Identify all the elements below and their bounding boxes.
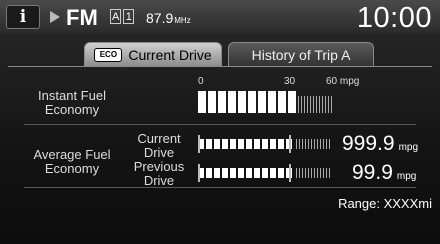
row-separator	[24, 187, 416, 188]
current-drive-label: Current Drive	[126, 132, 192, 160]
current-drive-value: 999.9 mpg	[342, 132, 418, 156]
gauge-empty-segments	[296, 139, 332, 149]
radio-frequency: 87.9MHz	[146, 10, 191, 26]
gauge-marker	[198, 135, 200, 153]
info-button[interactable]: i	[6, 5, 40, 29]
radio-band: FM	[66, 5, 98, 30]
gauge-filled-segments	[198, 91, 296, 113]
value-unit: mpg	[398, 142, 419, 153]
gauge-marker	[289, 164, 291, 182]
preset-indicator: A 1	[110, 9, 135, 24]
frequency-unit: MHz	[174, 16, 191, 25]
tab-divider	[8, 66, 432, 67]
tab-history-trip-a[interactable]: History of Trip A	[228, 42, 374, 66]
label-line: Instant Fuel	[38, 88, 106, 103]
status-bar: i FM A 1 87.9MHz 10:00	[0, 0, 440, 34]
clock: 10:00	[356, 2, 432, 34]
tab-current-drive[interactable]: ECO Current Drive	[84, 42, 222, 66]
label-line: Drive	[143, 173, 175, 188]
preset-bank-badge: A	[110, 9, 122, 24]
tab-bar: ECO Current Drive History of Trip A	[0, 42, 440, 66]
frequency-value: 87.9	[146, 10, 174, 26]
row-separator	[24, 124, 416, 125]
gauge-marker	[198, 164, 200, 182]
label-line: Economy	[44, 161, 100, 176]
value-unit: mpg	[396, 171, 417, 182]
range-readout: Range: XXXXmi	[338, 196, 432, 211]
previous-drive-gauge	[198, 164, 332, 182]
tab-label: Current Drive	[128, 46, 212, 63]
tab-label: History of Trip A	[251, 46, 351, 63]
label-line: Average Fuel	[33, 147, 111, 162]
preset-number-badge: 1	[123, 9, 135, 24]
value-number: 99.9	[352, 161, 393, 184]
label-line: Current	[137, 131, 181, 146]
scale-min-label: 0	[198, 76, 204, 87]
value-number: 999.9	[342, 132, 395, 155]
scale-mid-label: 30	[284, 76, 296, 87]
previous-drive-value: 99.9 mpg	[352, 161, 416, 185]
gauge-empty-segments	[298, 96, 332, 113]
eco-assist-icon: ECO	[94, 47, 123, 62]
info-icon: i	[19, 7, 27, 27]
average-fuel-economy-label: Average Fuel Economy	[22, 148, 122, 176]
scale-max-label: 60 mpg	[326, 76, 360, 87]
gauge-empty-segments	[296, 168, 332, 178]
gauge-filled-segments	[198, 168, 292, 178]
fuel-economy-screen: i FM A 1 87.9MHz 10:00 ECO Current Drive…	[0, 0, 440, 244]
label-line: Previous	[133, 159, 185, 174]
label-line: Economy	[44, 102, 100, 117]
current-drive-gauge	[198, 135, 332, 153]
gauge-marker	[289, 135, 291, 153]
label-line: Drive	[143, 145, 175, 160]
instant-fuel-economy-label: Instant Fuel Economy	[22, 89, 122, 117]
gauge-filled-segments	[198, 139, 292, 149]
instant-fuel-economy-gauge	[198, 91, 332, 113]
audio-source-icon	[50, 11, 60, 23]
previous-drive-label: Previous Drive	[126, 160, 192, 188]
